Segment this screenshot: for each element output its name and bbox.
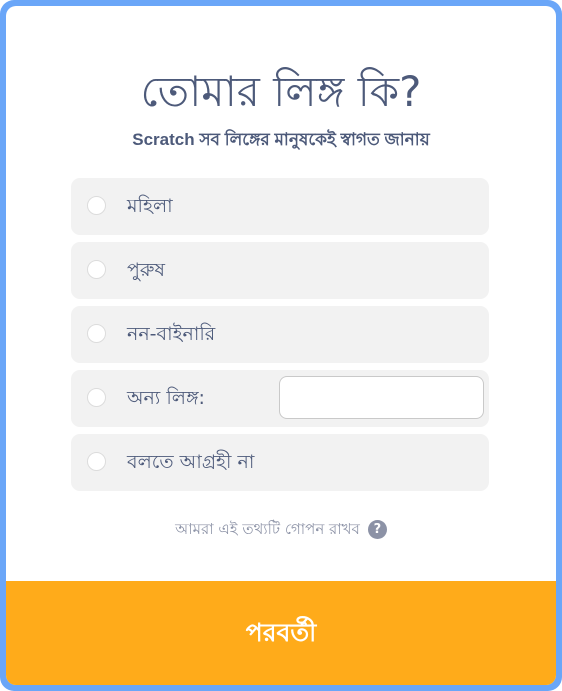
gender-options: মহিলা পুরুষ নন-বাইনারি অন্য লিঙ্গ: বলতে … bbox=[71, 178, 489, 498]
option-label: অন্য লিঙ্গ: bbox=[127, 387, 205, 409]
option-non-binary[interactable]: নন-বাইনারি bbox=[71, 306, 489, 363]
radio-button[interactable] bbox=[87, 388, 106, 407]
radio-button[interactable] bbox=[87, 324, 106, 343]
option-label: নন-বাইনারি bbox=[127, 323, 216, 345]
privacy-note: আমরা এই তথ্যটি গোপন রাখব? bbox=[6, 518, 556, 540]
radio-button[interactable] bbox=[87, 452, 106, 471]
option-label: মহিলা bbox=[127, 195, 173, 217]
other-gender-input[interactable] bbox=[279, 376, 484, 419]
option-male[interactable]: পুরুষ bbox=[71, 242, 489, 299]
page-title: তোমার লিঙ্গ কি? bbox=[140, 67, 422, 116]
privacy-text: আমরা এই তথ্যটি গোপন রাখব bbox=[175, 520, 360, 538]
gender-card: তোমার লিঙ্গ কি? Scratch সব লিঙ্গের মানুষ… bbox=[6, 6, 556, 685]
option-other[interactable]: অন্য লিঙ্গ: bbox=[71, 370, 489, 427]
option-label: বলতে আগ্রহী না bbox=[127, 451, 255, 473]
page-subtitle: Scratch সব লিঙ্গের মানুষকেই স্বাগত জানায… bbox=[132, 130, 430, 149]
option-label: পুরুষ bbox=[127, 259, 165, 281]
help-icon[interactable]: ? bbox=[367, 520, 387, 539]
option-female[interactable]: মহিলা bbox=[71, 178, 489, 235]
radio-button[interactable] bbox=[87, 196, 106, 215]
next-button-label: পরবর্তী bbox=[245, 618, 317, 647]
next-button[interactable]: পরবর্তী bbox=[6, 581, 556, 685]
radio-button[interactable] bbox=[87, 260, 106, 279]
option-prefer-not-to-say[interactable]: বলতে আগ্রহী না bbox=[71, 434, 489, 491]
modal-frame: তোমার লিঙ্গ কি? Scratch সব লিঙ্গের মানুষ… bbox=[0, 0, 562, 691]
